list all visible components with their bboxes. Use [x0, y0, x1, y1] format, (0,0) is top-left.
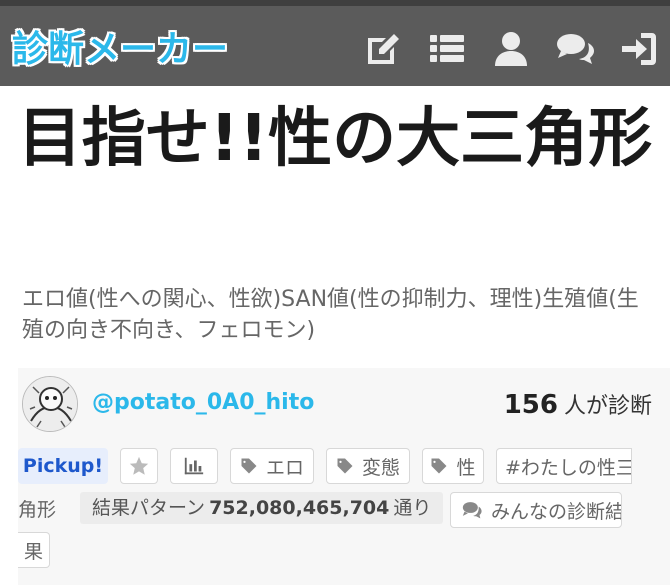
tag-sei[interactable]: 性	[422, 448, 484, 484]
top-bar: 診断メーカー	[0, 0, 670, 86]
comments-icon	[462, 502, 482, 519]
star-icon	[129, 456, 149, 475]
patterns-label: 結果パターン	[92, 497, 206, 519]
tag-icon	[241, 458, 257, 474]
patterns-value: 752,080,465,704	[209, 497, 390, 519]
pickup-badge[interactable]: Pickup!	[18, 448, 108, 484]
author-avatar[interactable]	[22, 376, 78, 432]
list-icon	[430, 35, 464, 62]
tag-label: 性	[456, 456, 476, 479]
patterns-suffix: 通り	[393, 497, 432, 519]
list-button[interactable]	[426, 28, 468, 70]
everyone-results-button[interactable]: みんなの診断結	[450, 492, 622, 528]
favorite-button[interactable]	[120, 448, 158, 484]
tag-label: エロ	[265, 456, 304, 479]
tag-label: 変態	[361, 456, 400, 479]
avatar-drawing-icon	[23, 377, 77, 431]
pattern-row: 角形 結果パターン 752,080,465,704 通り みんなの診断結	[18, 492, 670, 528]
login-button[interactable]	[618, 28, 660, 70]
sign-in-icon	[622, 33, 656, 65]
site-logo[interactable]: 診断メーカー	[12, 20, 228, 72]
everyone-results-label-continued[interactable]: 果	[18, 532, 50, 568]
hashtag-label-continued: 角形	[18, 499, 57, 521]
create-button[interactable]	[362, 28, 404, 70]
mypage-button[interactable]	[490, 28, 532, 70]
stats-button[interactable]	[170, 448, 218, 484]
tag-ero[interactable]: エロ	[230, 448, 314, 484]
tag-icon	[431, 458, 447, 474]
hashtag-label: #わたしの性三	[505, 456, 632, 479]
tag-icon	[337, 458, 353, 474]
diagnosis-count-suffix: 人が診断	[563, 394, 652, 419]
edit-icon	[368, 34, 399, 64]
shindan-description: エロ値(性への関心、性欲)SAN値(性の抑制力、理性)生殖値(生殖の向き不向き、…	[22, 287, 639, 343]
author-link[interactable]: @potato_0A0_hito	[92, 390, 314, 415]
diagnosis-count: 156 人が診断	[504, 388, 652, 420]
everyone-results-label: みんなの診断結	[491, 500, 622, 523]
comments-icon	[557, 34, 594, 64]
header-nav	[362, 26, 660, 72]
shindan-info-panel: @potato_0A0_hito 156 人が診断 Pickup! エロ 変態 性	[18, 368, 670, 585]
tag-hentai[interactable]: 変態	[326, 448, 410, 484]
result-patterns: 結果パターン 752,080,465,704 通り	[80, 492, 444, 524]
user-icon	[495, 32, 527, 66]
hashtag-chip[interactable]: #わたしの性三	[496, 448, 632, 484]
tag-row: Pickup! エロ 変態 性 #わたしの性三	[18, 448, 670, 484]
shindan-title: 目指せ!!性の大三角形	[17, 102, 653, 176]
bar-chart-icon	[184, 457, 204, 475]
diagnosis-count-number: 156	[503, 390, 558, 420]
comments-button[interactable]	[554, 28, 596, 70]
